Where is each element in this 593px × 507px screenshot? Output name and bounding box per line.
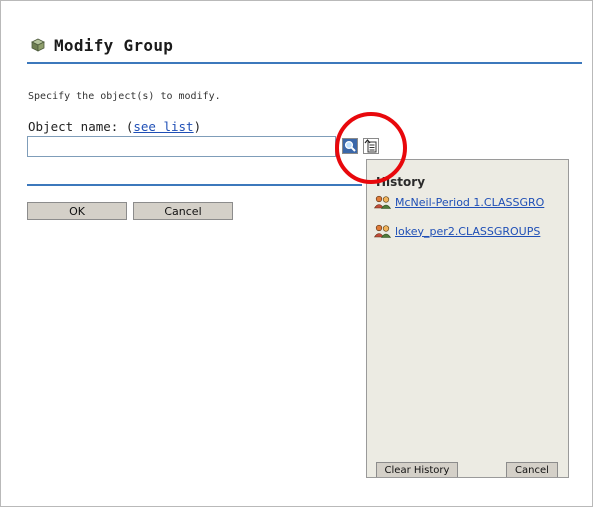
clear-history-button[interactable]: Clear History — [376, 462, 458, 477]
close-paren: ) — [193, 119, 202, 134]
history-item[interactable]: lokey_per2.CLASSGROUPS — [374, 223, 540, 239]
ok-button[interactable]: OK — [27, 202, 127, 220]
cube-icon — [31, 38, 45, 52]
group-users-icon — [374, 195, 392, 209]
object-search-button[interactable] — [342, 138, 358, 154]
form-divider — [27, 184, 362, 186]
instructions-text: Specify the object(s) to modify. — [28, 91, 221, 102]
header-divider — [27, 62, 582, 64]
object-name-label-text: Object name: — [28, 119, 119, 134]
group-users-icon — [374, 224, 392, 238]
see-list-link[interactable]: see list — [133, 119, 193, 134]
page-header: Modify Group — [31, 34, 173, 56]
cancel-button[interactable]: Cancel — [133, 202, 233, 220]
object-name-input[interactable] — [27, 136, 336, 157]
history-item-link[interactable]: lokey_per2.CLASSGROUPS — [395, 225, 540, 238]
history-popup: History McNeil-Period 1.CLASSGRO lokey_p… — [366, 159, 569, 478]
object-name-label: Object name: (see list) — [28, 119, 201, 134]
history-title: History — [376, 175, 426, 189]
history-list-icon — [364, 139, 377, 153]
history-cancel-button[interactable]: Cancel — [506, 462, 558, 477]
magnifier-icon — [343, 139, 357, 153]
object-history-button[interactable] — [363, 138, 379, 154]
page-title: Modify Group — [54, 35, 174, 55]
history-item[interactable]: McNeil-Period 1.CLASSGRO — [374, 194, 544, 210]
history-item-link[interactable]: McNeil-Period 1.CLASSGRO — [395, 196, 544, 209]
